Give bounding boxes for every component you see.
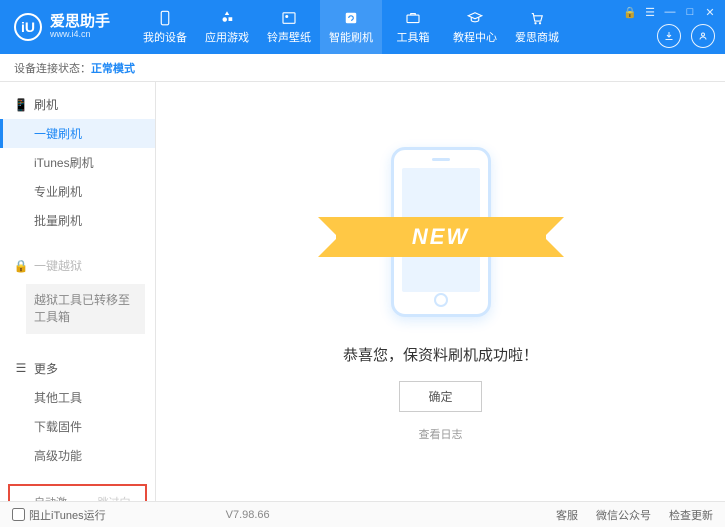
logo-icon: iU — [14, 13, 42, 41]
nav-my-device[interactable]: 我的设备 — [134, 0, 196, 54]
graduation-icon — [466, 9, 484, 27]
phone-outline-icon: 📱 — [14, 98, 28, 112]
checkbox-label: 自动激活 — [34, 494, 72, 501]
footer-link-service[interactable]: 客服 — [556, 507, 578, 523]
maximize-icon[interactable]: □ — [681, 4, 699, 20]
sidebar-head-flash[interactable]: 📱 刷机 — [0, 90, 155, 119]
window-controls: 🔒 ☰ — □ ✕ — [615, 0, 725, 24]
footer-link-update[interactable]: 检查更新 — [669, 507, 713, 523]
nav-label: 铃声壁纸 — [267, 29, 311, 45]
nav-smart-flash[interactable]: 智能刷机 — [320, 0, 382, 54]
app-icon — [218, 9, 236, 27]
sidebar-head-label: 更多 — [34, 360, 58, 377]
nav-apps-games[interactable]: 应用游戏 — [196, 0, 258, 54]
ok-button[interactable]: 确定 — [399, 381, 481, 412]
cart-icon — [528, 9, 546, 27]
checkbox-auto-activate[interactable]: 自动激活 — [20, 494, 72, 501]
sidebar-item-pro-flash[interactable]: 专业刷机 — [0, 177, 155, 206]
checkbox-label: 跳过向导 — [98, 494, 136, 501]
success-message: 恭喜您，保资料刷机成功啦！ — [343, 344, 538, 365]
nav-label: 应用游戏 — [205, 29, 249, 45]
image-icon — [280, 9, 298, 27]
nav-label: 爱思商城 — [515, 29, 559, 45]
app-header: iU 爱思助手 www.i4.cn 我的设备 应用游戏 铃声壁纸 智能刷机 工具… — [0, 0, 725, 54]
toolbox-icon — [404, 9, 422, 27]
download-button[interactable] — [657, 24, 681, 48]
nav-store[interactable]: 爱思商城 — [506, 0, 568, 54]
main-content: NEW 恭喜您，保资料刷机成功啦！ 确定 查看日志 — [156, 82, 725, 501]
nav-label: 教程中心 — [453, 29, 497, 45]
status-bar: 设备连接状态： 正常模式 — [0, 54, 725, 82]
checkbox-label: 阻止iTunes运行 — [29, 507, 106, 523]
header-right — [657, 24, 715, 48]
sidebar-head-jailbreak: 🔒 一键越狱 — [0, 251, 155, 280]
sidebar-head-more[interactable]: ☰ 更多 — [0, 354, 155, 383]
footer-bar: 阻止iTunes运行 V7.98.66 客服 微信公众号 检查更新 — [0, 501, 725, 527]
top-nav: 我的设备 应用游戏 铃声壁纸 智能刷机 工具箱 教程中心 爱思商城 — [134, 0, 568, 54]
checkbox-block-itunes[interactable]: 阻止iTunes运行 — [12, 507, 106, 523]
more-icon: ☰ — [14, 361, 28, 375]
sidebar-item-oneclick-flash[interactable]: 一键刷机 — [0, 119, 155, 148]
user-button[interactable] — [691, 24, 715, 48]
sidebar-item-batch-flash[interactable]: 批量刷机 — [0, 206, 155, 235]
nav-ringtone-wallpaper[interactable]: 铃声壁纸 — [258, 0, 320, 54]
sidebar-item-other-tools[interactable]: 其他工具 — [0, 383, 155, 412]
nav-label: 智能刷机 — [329, 29, 373, 45]
lock-icon: 🔒 — [14, 259, 28, 273]
app-title: 爱思助手 — [50, 14, 110, 31]
sidebar: 📱 刷机 一键刷机 iTunes刷机 专业刷机 批量刷机 🔒 一键越狱 越狱工具… — [0, 82, 156, 501]
menu-icon[interactable]: ☰ — [641, 4, 659, 20]
nav-label: 我的设备 — [143, 29, 187, 45]
sidebar-head-label: 刷机 — [34, 96, 58, 113]
sidebar-jailbreak-note: 越狱工具已转移至工具箱 — [26, 284, 145, 334]
status-mode: 正常模式 — [91, 60, 135, 76]
logo-block: iU 爱思助手 www.i4.cn — [0, 13, 124, 41]
refresh-icon — [342, 9, 360, 27]
sidebar-head-label: 一键越狱 — [34, 257, 82, 274]
sidebar-item-itunes-flash[interactable]: iTunes刷机 — [0, 148, 155, 177]
footer-link-wechat[interactable]: 微信公众号 — [596, 507, 651, 523]
lock-icon[interactable]: 🔒 — [621, 4, 639, 20]
sidebar-item-advanced[interactable]: 高级功能 — [0, 441, 155, 470]
nav-label: 工具箱 — [397, 29, 430, 45]
sidebar-item-download-firmware[interactable]: 下载固件 — [0, 412, 155, 441]
version-label: V7.98.66 — [226, 509, 270, 521]
checkbox-skip-guide[interactable]: 跳过向导 — [84, 494, 136, 501]
nav-toolbox[interactable]: 工具箱 — [382, 0, 444, 54]
new-ribbon: NEW — [336, 217, 546, 257]
minimize-icon[interactable]: — — [661, 4, 679, 20]
view-log-link[interactable]: 查看日志 — [419, 426, 463, 442]
success-illustration: NEW — [356, 142, 526, 322]
phone-icon — [156, 9, 174, 27]
close-icon[interactable]: ✕ — [701, 4, 719, 20]
status-label: 设备连接状态： — [14, 60, 91, 76]
app-url: www.i4.cn — [50, 30, 110, 40]
checkbox-highlight-box: 自动激活 跳过向导 — [8, 484, 147, 501]
nav-tutorials[interactable]: 教程中心 — [444, 0, 506, 54]
